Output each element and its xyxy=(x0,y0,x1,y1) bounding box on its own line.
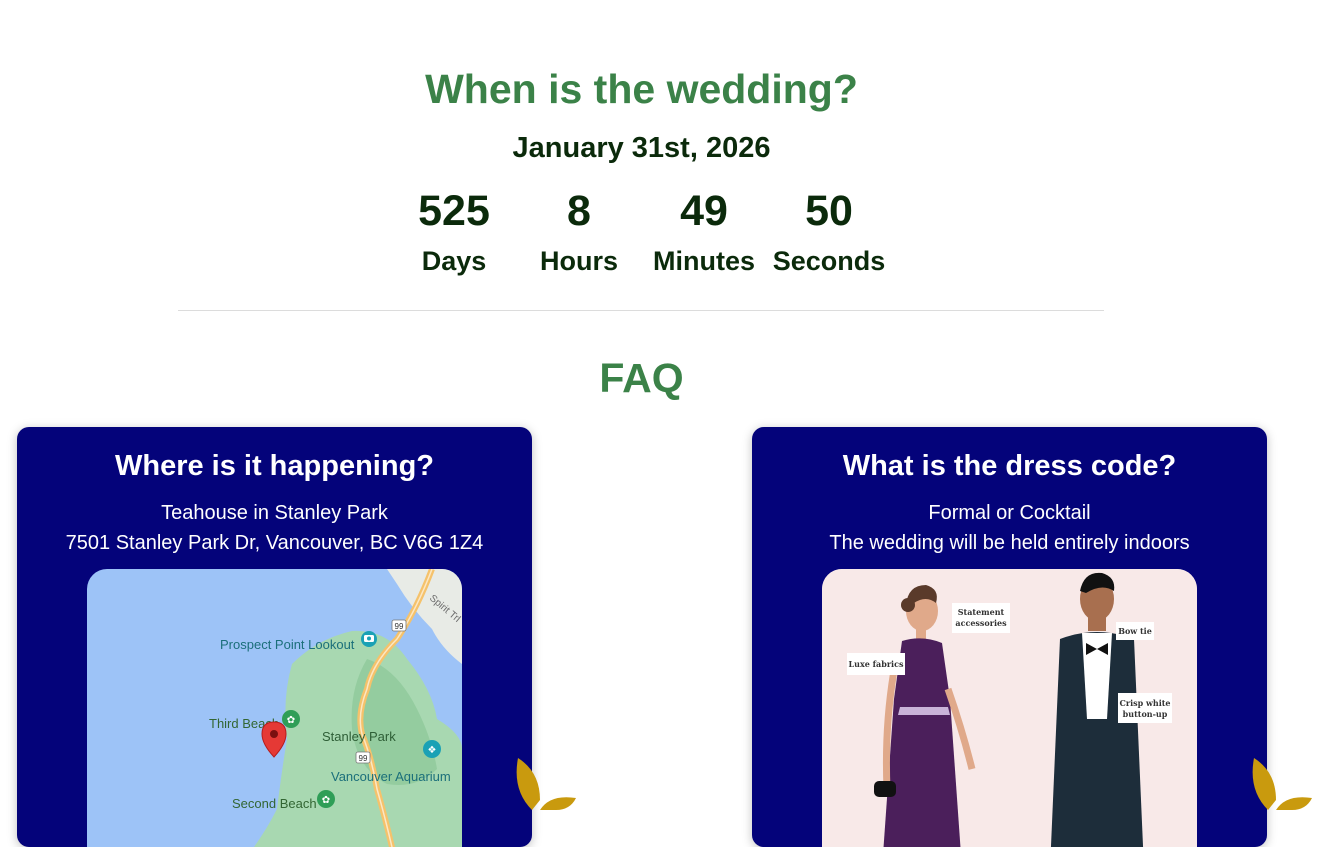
countdown-hours-label: Hours xyxy=(539,246,618,276)
dress-code-illustration: Statement accessories Luxe fabrics Bow t… xyxy=(822,569,1197,847)
wedding-date: January 31st, 2026 xyxy=(512,132,771,164)
svg-text:Luxe fabrics: Luxe fabrics xyxy=(849,659,904,669)
countdown-seconds-label: Seconds xyxy=(772,246,886,276)
countdown-seconds: 50 Seconds xyxy=(769,186,889,278)
leaf-decoration-icon xyxy=(1252,758,1312,810)
svg-text:Statement: Statement xyxy=(958,607,1005,617)
dress-code-note: The wedding will be held entirely indoor… xyxy=(829,532,1190,554)
map-label-prospect-point: Prospect Point Lookout xyxy=(220,637,355,652)
countdown-minutes-value: 49 xyxy=(680,187,728,235)
map-label-highway-99-top: 99 xyxy=(395,622,404,631)
countdown-hours-value: 8 xyxy=(567,187,591,235)
leaf-decoration-icon xyxy=(516,758,576,810)
countdown-minutes: 49 Minutes xyxy=(644,186,764,278)
venue-map[interactable]: Spirit Trl 99 Prospect Point Lookout Thi… xyxy=(87,569,462,847)
svg-text:button-up: button-up xyxy=(1123,709,1168,719)
countdown-days: 525 Days xyxy=(394,186,514,278)
svg-text:✿: ✿ xyxy=(322,795,330,806)
svg-text:Crisp white: Crisp white xyxy=(1119,698,1170,708)
venue-name: Teahouse in Stanley Park xyxy=(161,502,388,524)
wedding-date-heading: When is the wedding? xyxy=(425,66,858,112)
svg-text:Bow tie: Bow tie xyxy=(1118,626,1152,636)
svg-text:✿: ✿ xyxy=(287,715,295,726)
section-divider xyxy=(178,310,1104,311)
faq-question-dress-code: What is the dress code? xyxy=(842,450,1177,482)
countdown-days-label: Days xyxy=(421,246,487,276)
dress-code-value: Formal or Cocktail xyxy=(928,502,1091,524)
countdown-hours: 8 Hours xyxy=(519,186,639,278)
svg-text:accessories: accessories xyxy=(955,618,1007,628)
countdown-seconds-value: 50 xyxy=(805,187,853,235)
countdown-minutes-label: Minutes xyxy=(652,246,755,276)
faq-question-location: Where is it happening? xyxy=(114,450,434,482)
map-label-highway-99-bottom: 99 xyxy=(359,754,368,763)
faq-card-location: Where is it happening? Teahouse in Stanl… xyxy=(17,427,532,847)
venue-address: 7501 Stanley Park Dr, Vancouver, BC V6G … xyxy=(65,532,484,554)
map-label-second-beach: Second Beach xyxy=(232,796,317,811)
faq-card-dress-code: What is the dress code? Formal or Cockta… xyxy=(752,427,1267,847)
svg-text:❖: ❖ xyxy=(428,745,437,756)
countdown-days-value: 525 xyxy=(418,187,490,235)
map-label-aquarium: Vancouver Aquarium xyxy=(331,769,451,784)
faq-heading: FAQ xyxy=(599,355,684,401)
map-label-stanley-park: Stanley Park xyxy=(322,729,396,744)
